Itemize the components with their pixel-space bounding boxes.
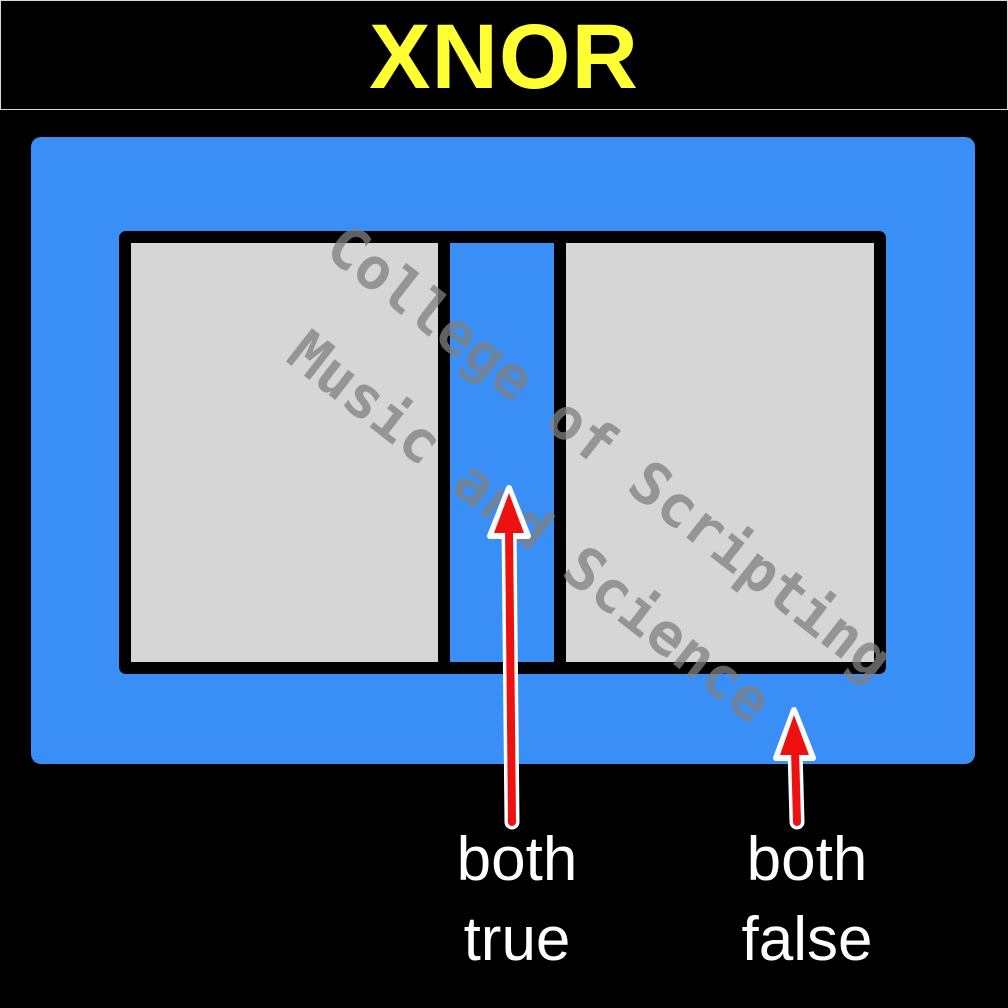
title-bar: XNOR [0, 0, 1008, 110]
venn-diagram: College of Scripting Music and Science b… [0, 110, 1008, 1008]
label-both-false-line-1: both [746, 825, 868, 894]
label-both-false-line-2: false [741, 905, 873, 974]
label-both-true: both true [407, 820, 627, 980]
label-both-false: both false [697, 820, 917, 980]
diagram-title: XNOR [369, 6, 639, 108]
label-both-true-line-1: both [456, 825, 578, 894]
label-both-true-line-2: true [463, 905, 571, 974]
